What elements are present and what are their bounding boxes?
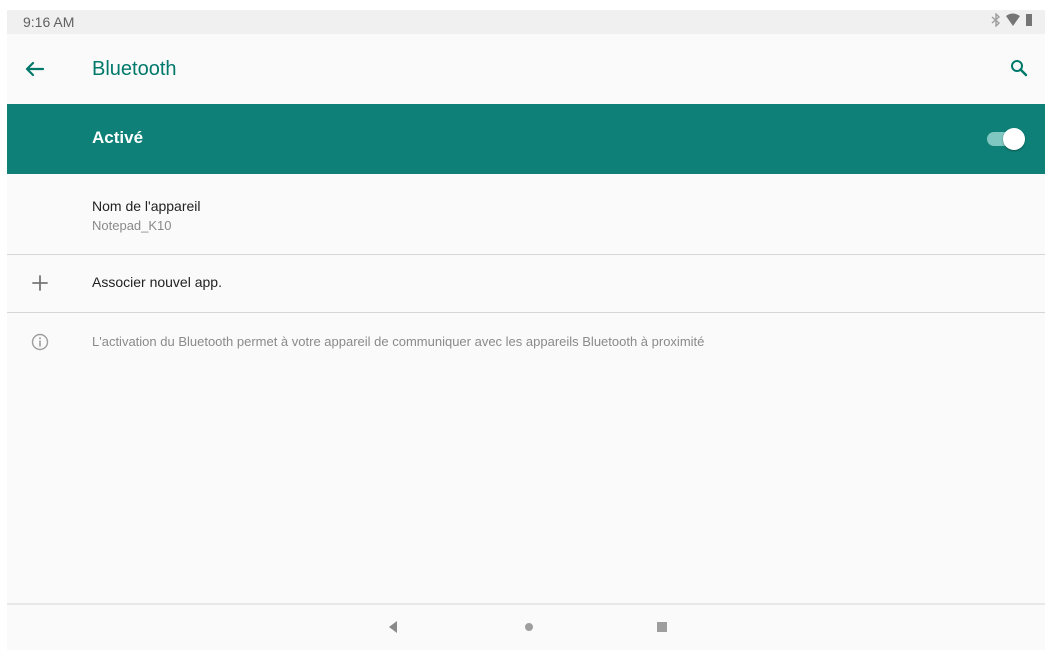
pair-new-device-row[interactable]: Associer nouvel app.: [7, 255, 1045, 313]
nav-recents-icon: [650, 622, 674, 643]
device-name-row[interactable]: Nom de l'appareil Notepad_K10: [7, 174, 1045, 255]
status-time: 9:16 AM: [23, 14, 75, 30]
info-text: L'activation du Bluetooth permet à votre…: [92, 334, 705, 349]
bluetooth-icon: [991, 12, 1001, 30]
screen: 9:16 AM Bluetooth Activé Nom de l'appare…: [7, 10, 1045, 650]
pair-new-device-label: Associer nouvel app.: [92, 274, 222, 290]
bluetooth-master-switch[interactable]: Activé: [7, 104, 1045, 174]
search-button[interactable]: [1005, 55, 1033, 83]
device-name-title: Nom de l'appareil: [92, 198, 201, 214]
nav-home-icon: [517, 623, 541, 643]
wifi-icon: [1005, 13, 1021, 30]
device-name-value: Notepad_K10: [92, 218, 172, 233]
navigation-bar: [7, 605, 1045, 650]
nav-recents-button[interactable]: [650, 615, 674, 639]
search-icon: [1005, 60, 1033, 87]
app-bar: Bluetooth: [7, 34, 1045, 104]
nav-back-icon: [381, 621, 405, 643]
arrow-back-icon: [21, 61, 49, 87]
nav-back-button[interactable]: [381, 615, 405, 639]
info-icon: [30, 332, 50, 352]
page-title: Bluetooth: [92, 58, 177, 80]
back-button[interactable]: [21, 55, 49, 83]
toggle-thumb: [1003, 128, 1025, 150]
info-row: L'activation du Bluetooth permet à votre…: [7, 325, 1045, 365]
status-bar: 9:16 AM: [7, 10, 1045, 34]
status-icons: [991, 12, 1033, 30]
master-switch-label: Activé: [92, 128, 144, 147]
battery-icon: [1025, 13, 1033, 30]
plus-icon: [29, 272, 51, 294]
bluetooth-toggle[interactable]: [985, 128, 1025, 150]
nav-home-button[interactable]: [517, 615, 541, 639]
